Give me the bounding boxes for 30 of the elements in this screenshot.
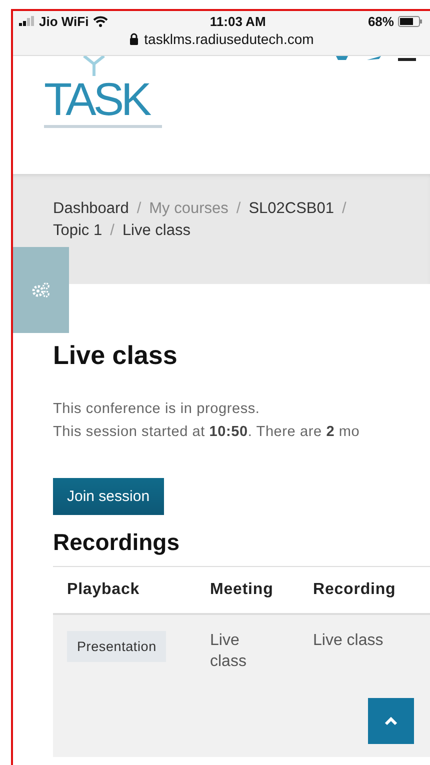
battery-icon <box>398 16 422 26</box>
settings-icon <box>31 282 51 298</box>
breadcrumb-link[interactable]: Dashboard <box>53 200 129 218</box>
breadcrumb-link[interactable]: Topic 1 <box>53 222 102 240</box>
lock-icon <box>129 33 140 45</box>
column-header: Meeting <box>210 581 274 599</box>
breadcrumb-separator: / <box>136 200 142 218</box>
table-cell-text: Live class <box>210 631 248 672</box>
column-header: Recording <box>313 581 397 599</box>
signal-icon <box>19 16 35 26</box>
playback-link[interactable]: Presentation <box>67 631 166 662</box>
wifi-icon <box>92 16 108 26</box>
battery-percent: 68% <box>368 14 394 28</box>
carrier-name: Jio WiFi <box>39 14 89 28</box>
status-message: This conference is in progress. <box>53 401 261 417</box>
breadcrumb-link[interactable]: SL02CSB01 <box>248 200 334 218</box>
clock-time: 11:03 AM <box>210 14 266 28</box>
chevron-up-icon <box>384 716 398 726</box>
breadcrumb-separator: / <box>236 200 241 218</box>
join-session-button[interactable]: Join session <box>53 478 164 515</box>
breadcrumb-separator: / <box>342 200 346 218</box>
column-header: Playback <box>67 581 141 599</box>
table-cell-text: Live class <box>313 631 384 651</box>
logo-text: TASK <box>44 76 149 122</box>
status-message: This session started at 10:50. There are 2 mo <box>53 424 361 440</box>
breadcrumb-separator: / <box>110 222 114 240</box>
breadcrumb-link[interactable]: Live class <box>122 222 190 240</box>
scroll-top-button[interactable] <box>368 698 414 744</box>
page-title: Live class <box>53 340 178 371</box>
section-heading: Recordings <box>53 529 181 556</box>
